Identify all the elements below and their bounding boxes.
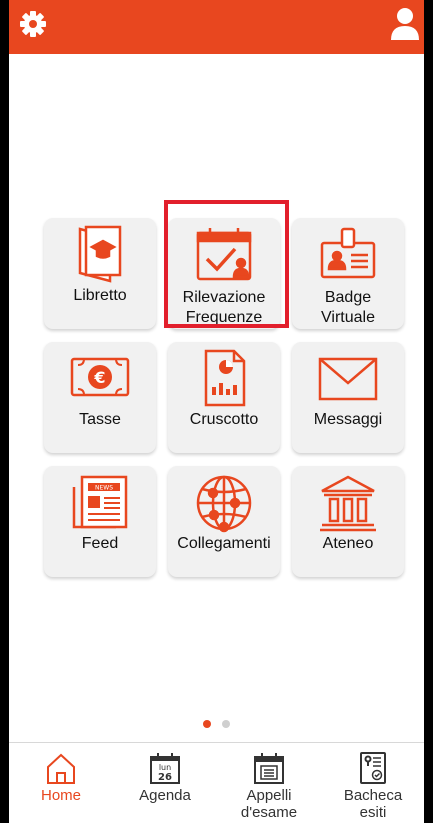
agenda-day-number: 26 [158, 772, 172, 783]
nav-bacheca-esiti[interactable]: Bacheca esiti [321, 743, 424, 823]
nav-agenda[interactable]: lun 26 Agenda [113, 743, 217, 823]
user-icon[interactable] [390, 6, 420, 40]
envelope-icon [318, 357, 378, 401]
tile-label: Ateneo [322, 535, 374, 552]
tile-label: Messaggi [313, 411, 383, 428]
calendar-day-icon: lun 26 [150, 753, 180, 784]
tile-label: Tasse [79, 411, 121, 428]
tile-label: Libretto [73, 287, 127, 304]
tile-libretto[interactable]: Libretto [44, 218, 156, 329]
tile-label: Badge Virtuale [321, 289, 375, 326]
book-graduation-icon [78, 225, 122, 283]
tile-label: Cruscotto [189, 411, 259, 428]
results-board-icon [360, 752, 386, 784]
tile-label: Collegamenti [177, 535, 271, 552]
id-badge-icon [320, 227, 376, 279]
tile-tasse[interactable]: € Tasse [44, 342, 156, 453]
top-bar [9, 0, 424, 54]
tile-feed[interactable]: NEWS Feed [44, 466, 156, 577]
page-dot[interactable] [221, 720, 230, 728]
tile-ateneo[interactable]: Ateneo [292, 466, 404, 577]
home-icon [47, 753, 75, 784]
page-indicator [9, 715, 424, 733]
tile-badge-virtuale[interactable]: Badge Virtuale [292, 218, 404, 329]
nav-label: Home [40, 787, 81, 804]
svg-text:NEWS: NEWS [95, 485, 113, 492]
tile-collegamenti[interactable]: Collegamenti [168, 466, 280, 577]
svg-text:€: € [93, 368, 105, 387]
news-icon: NEWS [72, 475, 128, 529]
report-chart-icon [204, 349, 246, 407]
nav-home[interactable]: Home [9, 743, 113, 823]
tile-cruscotto[interactable]: Cruscotto [168, 342, 280, 453]
globe-network-icon [196, 475, 252, 533]
tile-label: Feed [81, 535, 119, 552]
selection-highlight-box [164, 200, 289, 328]
gear-icon[interactable] [17, 8, 49, 40]
nav-label: Appelli d'esame [240, 787, 298, 821]
institution-building-icon [320, 475, 376, 532]
app-screen: Libretto Rilevazione Frequenze Badge Vir… [9, 0, 424, 823]
bottom-nav: Home lun 26 Agenda Appelli d'esame Bache… [9, 742, 424, 823]
nav-appelli-esame[interactable]: Appelli d'esame [217, 743, 321, 823]
agenda-day-name: lun [159, 763, 171, 772]
exam-calendar-icon [254, 753, 284, 784]
nav-label: Bacheca esiti [343, 787, 403, 821]
nav-label: Agenda [139, 787, 191, 804]
tile-messaggi[interactable]: Messaggi [292, 342, 404, 453]
page-dot-active[interactable] [203, 720, 212, 728]
euro-banknote-icon: € [70, 357, 130, 397]
